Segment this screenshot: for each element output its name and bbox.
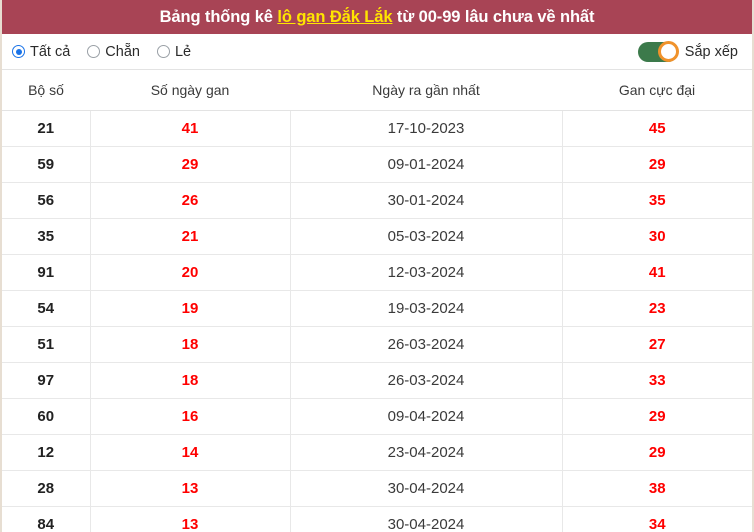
cell-bo-so: 59 — [2, 146, 91, 183]
cell-gan-cuc-dai: 35 — [562, 182, 752, 219]
column-header-ngay-ra-gan-nhat[interactable]: Ngày ra gần nhất — [290, 70, 562, 111]
cell-gan-cuc-dai: 45 — [562, 110, 752, 147]
page-title-suffix: từ 00-99 lâu chưa về nhất — [392, 7, 595, 26]
radio-icon-odd[interactable] — [156, 45, 170, 58]
cell-gan-cuc-dai: 33 — [562, 362, 752, 399]
sort-control: Sắp xếp — [637, 40, 738, 62]
table-row[interactable]: 91 20 12-03-2024 41 — [2, 254, 752, 291]
table-row[interactable]: 51 18 26-03-2024 27 — [2, 326, 752, 363]
cell-bo-so: 12 — [2, 434, 91, 471]
radio-option-even[interactable]: Chẵn — [87, 44, 140, 60]
cell-gan-cuc-dai: 34 — [562, 506, 752, 532]
cell-gan-cuc-dai: 29 — [562, 434, 752, 471]
cell-gan-cuc-dai: 29 — [562, 398, 752, 435]
cell-bo-so: 35 — [2, 218, 91, 255]
cell-bo-so: 54 — [2, 290, 91, 327]
cell-bo-so: 56 — [2, 182, 91, 219]
page-title-link[interactable]: lô gan Đắk Lắk — [277, 8, 392, 26]
table-row[interactable]: 59 29 09-01-2024 29 — [2, 146, 752, 183]
cell-so-ngay-gan: 16 — [90, 398, 291, 435]
table-row[interactable]: 60 16 09-04-2024 29 — [2, 398, 752, 435]
cell-ngay-ra-gan-nhat: 30-04-2024 — [290, 470, 563, 507]
table-row[interactable]: 12 14 23-04-2024 29 — [2, 434, 752, 471]
cell-ngay-ra-gan-nhat: 17-10-2023 — [290, 110, 563, 147]
cell-so-ngay-gan: 21 — [90, 218, 291, 255]
cell-gan-cuc-dai: 29 — [562, 146, 752, 183]
lottery-stats-table: Bộ số Số ngày gan Ngày ra gần nhất Gan c… — [2, 70, 752, 532]
table-row[interactable]: 28 13 30-04-2024 38 — [2, 470, 752, 507]
cell-bo-so: 28 — [2, 470, 91, 507]
cell-gan-cuc-dai: 30 — [562, 218, 752, 255]
cell-ngay-ra-gan-nhat: 12-03-2024 — [290, 254, 563, 291]
cell-ngay-ra-gan-nhat: 09-04-2024 — [290, 398, 563, 435]
cell-so-ngay-gan: 41 — [90, 110, 291, 147]
cell-so-ngay-gan: 26 — [90, 182, 291, 219]
radio-label-odd: Lẻ — [174, 43, 192, 60]
table-row[interactable]: 56 26 30-01-2024 35 — [2, 182, 752, 219]
table-body: 21 41 17-10-2023 45 59 29 09-01-2024 29 56 26 30-0… — [2, 110, 752, 532]
table-row[interactable]: 54 19 19-03-2024 23 — [2, 290, 752, 327]
column-header-so-ngay-gan[interactable]: Số ngày gan — [90, 70, 290, 111]
cell-ngay-ra-gan-nhat: 30-01-2024 — [290, 182, 563, 219]
cell-so-ngay-gan: 19 — [90, 290, 291, 327]
cell-gan-cuc-dai: 27 — [562, 326, 752, 363]
cell-bo-so: 51 — [2, 326, 91, 363]
radio-option-all[interactable]: Tất cả — [12, 44, 70, 60]
table-row[interactable]: 35 21 05-03-2024 30 — [2, 218, 752, 255]
radio-icon-all[interactable] — [12, 45, 25, 58]
filter-bar: Tất cả Chẵn Lẻ Sắp xếp — [2, 34, 752, 70]
sort-toggle-knob — [657, 40, 679, 62]
column-header-bo-so[interactable]: Bộ số — [2, 70, 90, 111]
table-header: Bộ số Số ngày gan Ngày ra gần nhất Gan c… — [2, 70, 752, 111]
page-title-bar: Bảng thống kê lô gan Đắk Lắk từ 00-99 lâ… — [2, 0, 752, 34]
cell-ngay-ra-gan-nhat: 23-04-2024 — [290, 434, 563, 471]
radio-option-odd[interactable]: Lẻ — [156, 43, 192, 60]
table-row[interactable]: 97 18 26-03-2024 33 — [2, 362, 752, 399]
cell-so-ngay-gan: 29 — [90, 146, 291, 183]
cell-so-ngay-gan: 13 — [90, 470, 291, 507]
cell-bo-so: 91 — [2, 254, 91, 291]
cell-so-ngay-gan: 13 — [90, 506, 291, 532]
cell-gan-cuc-dai: 41 — [562, 254, 752, 291]
cell-bo-so: 97 — [2, 362, 91, 399]
radio-label-all: Tất cả — [30, 43, 71, 60]
cell-bo-so: 84 — [2, 506, 91, 532]
cell-ngay-ra-gan-nhat: 26-03-2024 — [290, 362, 563, 399]
cell-ngay-ra-gan-nhat: 05-03-2024 — [290, 218, 563, 255]
cell-ngay-ra-gan-nhat: 09-01-2024 — [290, 146, 563, 183]
sort-toggle-switch[interactable] — [637, 40, 679, 62]
column-header-gan-cuc-dai[interactable]: Gan cực đại — [562, 70, 752, 111]
parity-radio-group: Tất cả Chẵn Lẻ — [12, 44, 191, 60]
cell-so-ngay-gan: 20 — [90, 254, 291, 291]
radio-label-even: Chẵn — [105, 43, 140, 60]
cell-gan-cuc-dai: 38 — [562, 470, 752, 507]
cell-bo-so: 60 — [2, 398, 91, 435]
lottery-stats-page: Bảng thống kê lô gan Đắk Lắk từ 00-99 lâ… — [0, 0, 754, 532]
cell-so-ngay-gan: 18 — [90, 362, 291, 399]
radio-icon-even[interactable] — [87, 45, 101, 58]
cell-ngay-ra-gan-nhat: 19-03-2024 — [290, 290, 563, 327]
cell-ngay-ra-gan-nhat: 26-03-2024 — [290, 326, 563, 363]
table-header-row: Bộ số Số ngày gan Ngày ra gần nhất Gan c… — [2, 70, 752, 111]
sort-toggle-label: Sắp xếp — [684, 43, 738, 60]
cell-gan-cuc-dai: 23 — [562, 290, 752, 327]
page-title: Bảng thống kê lô gan Đắk Lắk từ 00-99 lâ… — [160, 8, 595, 27]
table-row[interactable]: 21 41 17-10-2023 45 — [2, 110, 752, 147]
table-row[interactable]: 84 13 30-04-2024 34 — [2, 506, 752, 532]
cell-bo-so: 21 — [2, 110, 91, 147]
cell-so-ngay-gan: 14 — [90, 434, 291, 471]
cell-ngay-ra-gan-nhat: 30-04-2024 — [290, 506, 563, 532]
page-title-prefix: Bảng thống kê — [159, 7, 278, 26]
cell-so-ngay-gan: 18 — [90, 326, 291, 363]
